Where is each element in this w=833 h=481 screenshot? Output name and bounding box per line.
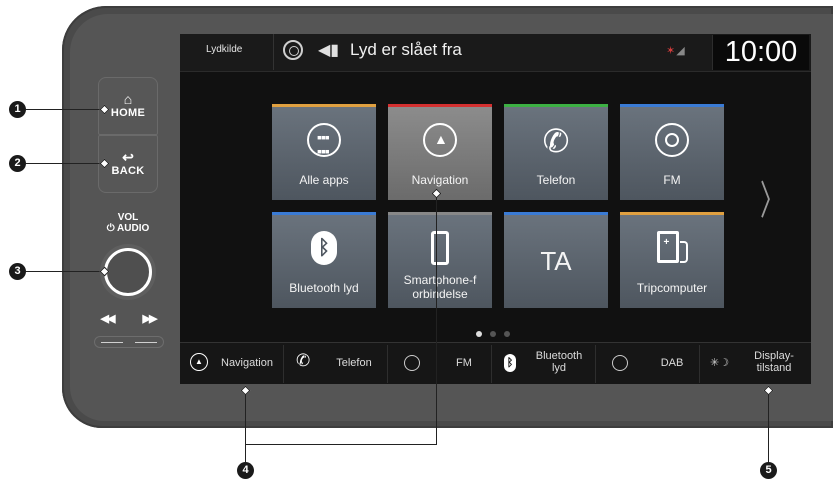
shortcut-label-line1: Display- — [754, 350, 794, 362]
phone-icon: ✆ — [542, 123, 570, 159]
speaker-mute-icon: ◀▮ — [318, 42, 340, 59]
tile-label: Smartphone-f orbindelse — [390, 273, 490, 301]
tile-label: Bluetooth lyd — [289, 281, 359, 295]
back-label: BACK — [111, 165, 145, 177]
shortcut-label-line2: tilstand — [756, 362, 792, 374]
shortcut-label: DAB — [660, 357, 684, 369]
tile-label-line1: Smartphone-f — [403, 273, 477, 287]
track-rocker[interactable] — [94, 336, 164, 348]
source-button[interactable]: Lydkilde — [188, 34, 274, 70]
next-page-chevron-icon[interactable]: 〉 — [760, 168, 784, 226]
callout-5: 5 — [760, 462, 777, 479]
apps-grid-icon: ▪▪▪ ▪▪▪ — [272, 123, 376, 159]
page-dot — [504, 331, 510, 337]
shortcut-fm[interactable]: FM — [388, 345, 492, 383]
tile-alle-apps[interactable]: ▪▪▪ ▪▪▪ Alle apps — [272, 104, 376, 200]
tile-bluetooth-lyd[interactable]: ᛒ Bluetooth lyd — [272, 212, 376, 308]
callout-4-leader-b — [245, 394, 246, 464]
bluetooth-icon: ᛒ — [272, 231, 376, 267]
navigation-arrow-icon: ▲ — [190, 353, 208, 371]
shortcut-label: Bluetooth lyd — [526, 350, 592, 374]
shortcut-label: Navigation — [221, 357, 273, 369]
home-button[interactable]: ⌂ HOME — [98, 77, 158, 135]
tile-ta[interactable]: TA — [504, 212, 608, 308]
tile-tripcomputer[interactable]: + Tripcomputer — [620, 212, 724, 308]
tile-telefon[interactable]: ✆ Telefon — [504, 104, 608, 200]
shortcut-dab[interactable]: DAB — [596, 345, 700, 383]
tile-label: Telefon — [536, 173, 576, 187]
shortcut-label: Display- tilstand — [740, 350, 808, 374]
tile-fm[interactable]: FM — [620, 104, 724, 200]
vol-label: VOL — [117, 212, 139, 223]
home-icon: ⌂ — [123, 91, 133, 107]
radio-icon — [404, 355, 420, 371]
mute-status-text: Lyd er slået fra — [350, 40, 462, 59]
callout-2-leader — [26, 163, 102, 164]
track-rocker-left — [101, 342, 123, 343]
status-bar: Lydkilde ◀▮ Lyd er slået fra ✶ ◢ 10:00 — [180, 34, 811, 72]
shortcut-bar: ▲ Navigation ✆ Telefon FM ᛒ Bluetooth ly… — [180, 342, 811, 384]
radio-icon — [612, 355, 628, 371]
callout-3: 3 — [9, 263, 26, 280]
tile-label: Tripcomputer — [636, 281, 708, 295]
callout-3-leader — [26, 271, 102, 272]
callout-4-leader-join — [245, 444, 437, 445]
page-dot — [490, 331, 496, 337]
callout-1: 1 — [9, 101, 26, 118]
shortcut-label-line1: Bluetooth — [535, 350, 583, 362]
callout-1-leader — [26, 109, 102, 110]
shortcut-telefon[interactable]: ✆ Telefon — [284, 345, 388, 383]
callout-2: 2 — [9, 155, 26, 172]
page-indicator — [476, 324, 518, 342]
shortcut-bluetooth-lyd[interactable]: ᛒ Bluetooth lyd — [492, 345, 596, 383]
clock: 10:00 — [712, 35, 809, 70]
shortcut-navigation[interactable]: ▲ Navigation — [180, 345, 284, 383]
tile-label: Alle apps — [299, 173, 349, 187]
track-controls: ◀◀ ▶▶ — [88, 312, 168, 352]
tile-smartphone-forbindelse[interactable]: Smartphone-f orbindelse — [388, 212, 492, 308]
fuel-pump-icon: + — [620, 231, 724, 267]
smartphone-icon — [388, 231, 492, 267]
navigation-arrow-icon: ▲ — [388, 123, 492, 159]
page-dot-active — [476, 331, 482, 337]
callout-5-leader — [768, 394, 769, 464]
tile-navigation[interactable]: ▲ Navigation — [388, 104, 492, 200]
callout-4-leader-a — [436, 197, 437, 444]
radio-icon — [620, 123, 724, 159]
shortcut-label: Telefon — [336, 357, 372, 369]
next-track-button[interactable]: ▶▶ — [134, 312, 164, 330]
touchscreen: Lydkilde ◀▮ Lyd er slået fra ✶ ◢ 10:00 ▪… — [180, 34, 811, 384]
callout-4: 4 — [237, 462, 254, 479]
day-night-icon: ✳☽ — [710, 357, 730, 369]
power-audio-label: ⏻ AUDIO — [106, 223, 150, 234]
phone-icon: ✆ — [296, 351, 311, 370]
signal-status-icon: ✶ ◢ — [666, 45, 685, 57]
bluetooth-icon: ᛒ — [504, 354, 516, 372]
shortcut-display-tilstand[interactable]: ✳☽ Display- tilstand — [700, 345, 811, 383]
track-rocker-right — [135, 342, 157, 343]
volume-knob[interactable] — [104, 248, 152, 296]
fm-source-icon — [283, 40, 303, 60]
tile-label-line2: orbindelse — [412, 287, 468, 301]
shortcut-label: FM — [456, 357, 472, 369]
vol-audio-label: VOL ⏻ AUDIO — [98, 212, 158, 234]
shortcut-label-line2: lyd — [551, 362, 567, 374]
tile-label: FM — [663, 173, 681, 187]
previous-track-button[interactable]: ◀◀ — [92, 312, 122, 330]
ta-text-icon: TA — [540, 246, 572, 276]
tile-label: Navigation — [411, 173, 469, 187]
